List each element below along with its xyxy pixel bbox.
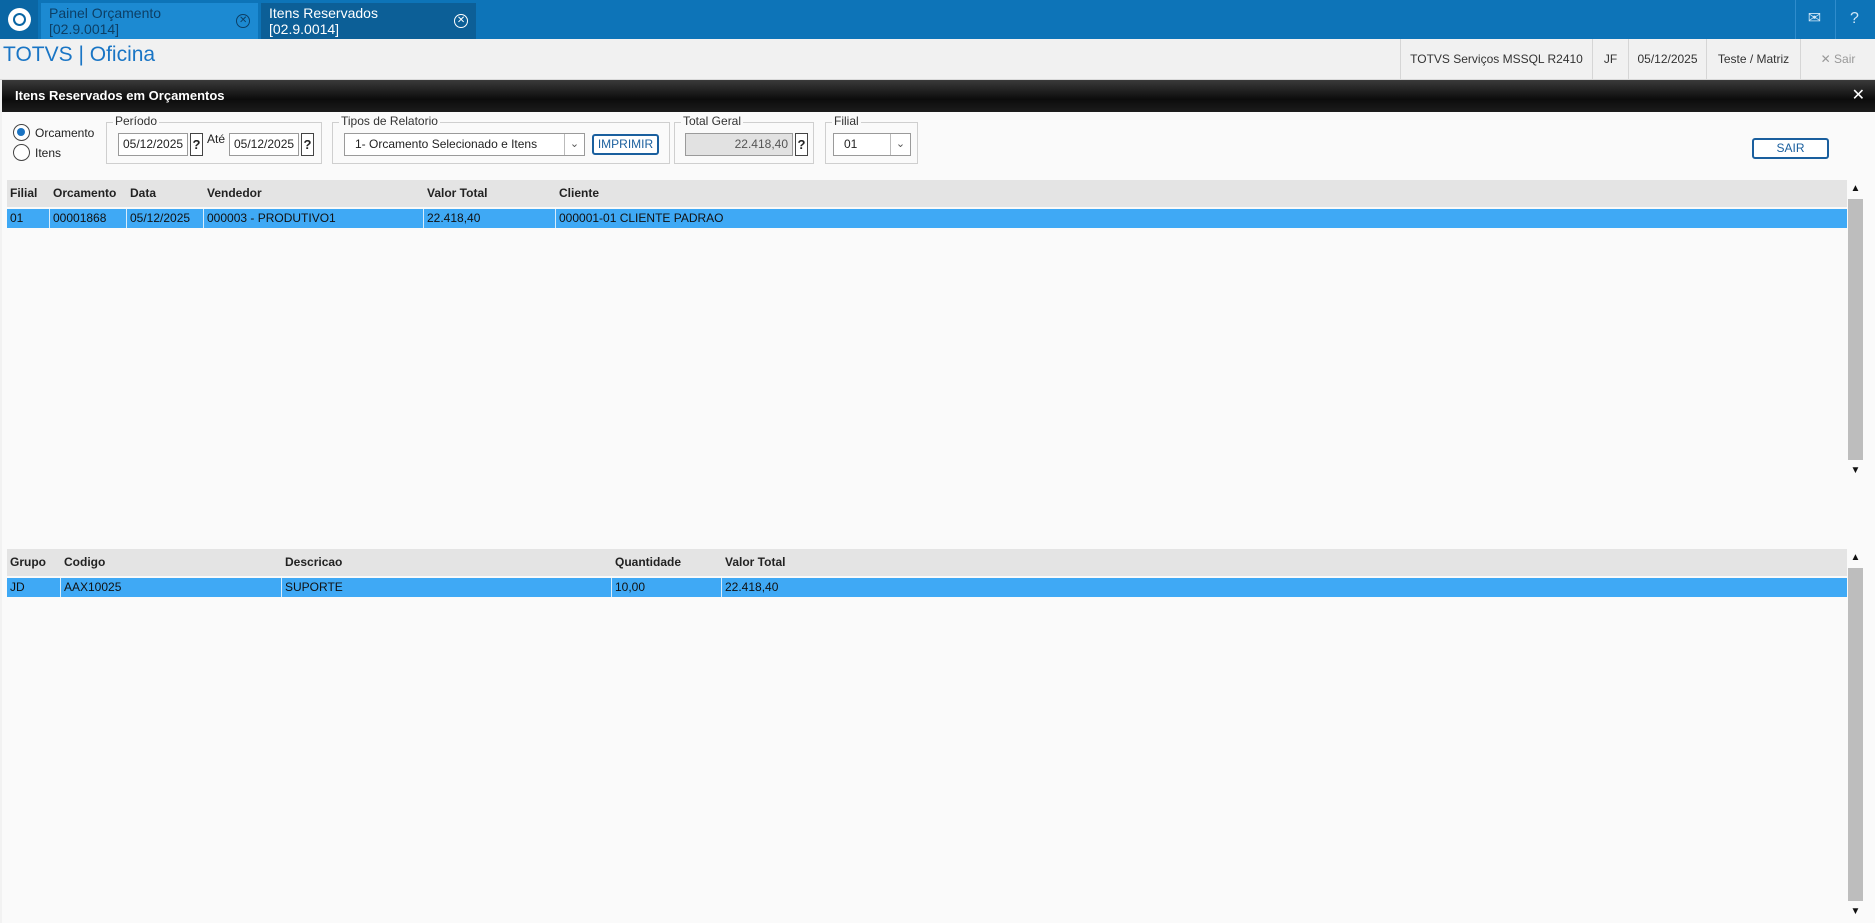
table-row[interactable]: JD AAX10025 SUPORTE 10,00 22.418,40 [7,578,1847,597]
mail-icon[interactable]: ✉ [1795,0,1833,39]
filial-group: Filial 01 ⌄ [825,114,918,164]
periodo-legend: Período [113,114,160,128]
scroll-track[interactable] [1848,568,1863,901]
radio-itens[interactable]: Itens [13,144,61,161]
scroll-down-icon[interactable]: ▼ [1847,462,1864,479]
table-cell: JD [7,578,61,597]
date-label: 05/12/2025 [1628,39,1706,79]
column-header[interactable]: Quantidade [612,549,722,576]
scroll-up-icon[interactable]: ▲ [1847,549,1864,566]
app-header: TOTVS | Oficina TOTVS Serviços MSSQL R24… [0,39,1875,80]
column-header[interactable]: Valor Total [424,180,556,207]
column-header[interactable]: Grupo [7,549,61,576]
tab-label: Painel Orçamento [02.9.0014] [49,5,162,37]
table-cell: SUPORTE [282,578,612,597]
date-from-field[interactable]: 05/12/2025 [118,133,188,156]
column-header[interactable]: Descricao [282,549,612,576]
table-cell: 05/12/2025 [127,209,204,228]
tab-itens-reservados[interactable]: Itens Reservados [02.9.0014] ✕ [261,3,476,39]
column-header[interactable]: Cliente [556,180,756,207]
table-cell: 000003 - PRODUTIVO1 [204,209,424,228]
radio-label: Itens [35,145,62,160]
orcamentos-scrollbar[interactable]: ▲ ▼ [1847,180,1864,479]
radio-label: Orcamento [35,125,95,140]
panel-close-icon[interactable]: ✕ [1852,80,1865,112]
company-label: Teste / Matriz [1706,39,1800,79]
tipos-relatorio-group: Tipos de Relatorio 1- Orcamento Selecion… [332,114,670,164]
radio-orcamento[interactable]: Orcamento [13,124,94,141]
scroll-down-icon[interactable]: ▼ [1847,903,1864,920]
close-icon: ✕ [1820,52,1831,66]
table-cell: 01 [7,209,50,228]
user-label: JF [1592,39,1628,79]
imprimir-button[interactable]: IMPRIMIR [592,134,659,155]
column-header[interactable]: Orcamento [50,180,127,207]
table-cell: 000001-01 CLIENTE PADRAO [559,211,724,225]
tab-painel-orcamento[interactable]: Painel Orçamento [02.9.0014] ✕ [41,3,258,39]
environment-label: TOTVS Serviços MSSQL R2410 [1400,39,1592,79]
table-row[interactable]: 01 00001868 05/12/2025 000003 - PRODUTIV… [7,209,1847,228]
totvs-logo-icon[interactable] [0,0,38,39]
date-from-help-button[interactable]: ? [190,133,203,156]
total-geral-group: Total Geral 22.418,40 ? [674,114,814,164]
radio-selected-icon [13,124,30,141]
app-title: TOTVS | Oficina [3,43,156,66]
grid-header: Grupo Codigo Descricao Quantidade Valor … [7,549,1847,576]
close-icon[interactable]: ✕ [236,14,250,28]
periodo-group: Período 05/12/2025 ? Até 05/12/2025 ? [106,114,322,164]
tipos-relatorio-legend: Tipos de Relatorio [339,114,440,128]
column-header[interactable]: Valor Total [722,549,922,576]
total-geral-field: 22.418,40 [685,133,793,156]
itens-scrollbar[interactable]: ▲ ▼ [1847,549,1864,920]
panel-title: Itens Reservados em Orçamentos [2,80,1875,112]
itens-grid: Grupo Codigo Descricao Quantidade Valor … [7,549,1847,920]
filial-legend: Filial [832,114,861,128]
table-cell: 22.418,40 [725,580,779,594]
table-cell: 00001868 [50,209,127,228]
chevron-down-icon: ⌄ [890,134,910,155]
column-header[interactable]: Filial [7,180,50,207]
column-header[interactable]: Codigo [61,549,282,576]
date-to-field[interactable]: 05/12/2025 [229,133,299,156]
table-cell: 22.418,40 [424,209,556,228]
filial-select[interactable]: 01 ⌄ [833,133,911,156]
total-help-button[interactable]: ? [795,133,808,156]
ate-label: Até [207,132,226,146]
exit-label: Sair [1834,52,1856,66]
select-value: 01 [844,137,858,151]
exit-button[interactable]: ✕ Sair [1800,39,1875,79]
column-header[interactable]: Vendedor [204,180,424,207]
tab-label: Itens Reservados [02.9.0014] [269,5,378,37]
select-value: 1- Orcamento Selecionado e Itens [355,137,538,151]
itens-reservados-panel: Itens Reservados em Orçamentos ✕ Orcamen… [2,80,1875,923]
grid-header: Filial Orcamento Data Vendedor Valor Tot… [7,180,1847,207]
sair-button[interactable]: SAIR [1752,138,1829,159]
tipo-relatorio-select[interactable]: 1- Orcamento Selecionado e Itens ⌄ [344,133,585,156]
chevron-down-icon: ⌄ [564,134,584,155]
scroll-track[interactable] [1848,199,1863,460]
date-to-help-button[interactable]: ? [301,133,314,156]
radio-unselected-icon [13,144,30,161]
column-header[interactable]: Data [127,180,204,207]
close-icon[interactable]: ✕ [454,14,468,28]
table-cell: AAX10025 [61,578,282,597]
scroll-up-icon[interactable]: ▲ [1847,180,1864,197]
top-bar: Painel Orçamento [02.9.0014] ✕ Itens Res… [0,0,1875,39]
table-cell: 10,00 [612,578,722,597]
total-geral-legend: Total Geral [681,114,744,128]
orcamentos-grid: Filial Orcamento Data Vendedor Valor Tot… [7,180,1847,479]
help-icon[interactable]: ? [1835,0,1873,39]
